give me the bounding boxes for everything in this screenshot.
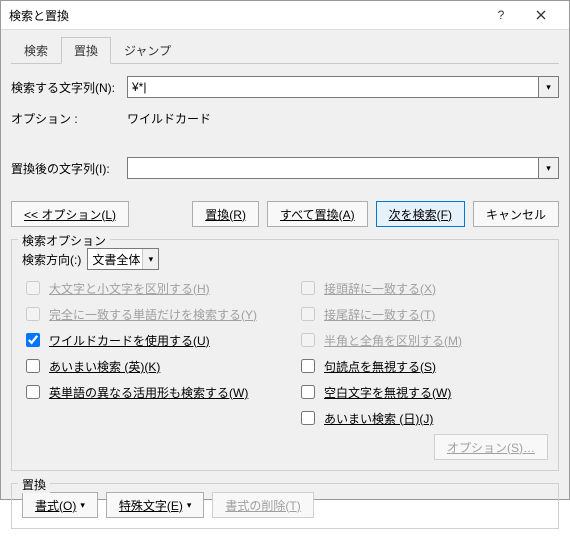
chevron-down-icon: ▾ <box>546 83 551 92</box>
chevron-down-icon: ▾ <box>80 501 85 510</box>
search-options-legend: 検索オプション <box>18 232 110 249</box>
find-replace-dialog: 検索と置換 ? 検索 置換 ジャンプ 検索する文字列(N): ▾ オプション :… <box>0 0 570 500</box>
options-label: オプション : <box>11 110 121 127</box>
jp-options-button: オプション(S)… <box>434 434 548 460</box>
replace-label: 置換後の文字列(I): <box>11 160 121 177</box>
cb-sounds-like-jp[interactable]: あいまい検索 (日)(J) <box>297 408 548 428</box>
find-input[interactable] <box>127 76 539 98</box>
replace-dropdown[interactable]: ▾ <box>539 157 559 179</box>
cb-ignore-punct[interactable]: 句読点を無視する(S) <box>297 356 548 376</box>
cb-match-case: 大文字と小文字を区別する(H) <box>22 278 273 298</box>
chevron-down-icon: ▾ <box>149 255 154 264</box>
dialog-title: 検索と置換 <box>9 7 481 24</box>
less-options-button[interactable]: << オプション(L) <box>11 201 129 227</box>
close-button[interactable] <box>521 1 561 29</box>
replace-group: 置換 書式(O)▾ 特殊文字(E)▾ 書式の削除(T) <box>11 483 559 529</box>
cb-whole-word: 完全に一致する単語だけを検索する(Y) <box>22 304 273 324</box>
find-label: 検索する文字列(N): <box>11 79 121 96</box>
cb-sounds-like-en[interactable]: あいまい検索 (英)(K) <box>22 356 273 376</box>
replace-input[interactable] <box>127 157 539 179</box>
cb-word-forms-en[interactable]: 英単語の異なる活用形も検索する(W) <box>22 382 273 402</box>
chevron-down-icon: ▾ <box>546 164 551 173</box>
cb-width: 半角と全角を区別する(M) <box>297 330 548 350</box>
tab-replace[interactable]: 置換 <box>61 37 111 64</box>
direction-value: 文書全体 <box>92 251 140 268</box>
find-next-button[interactable]: 次を検索(F) <box>376 201 465 227</box>
close-icon <box>536 10 546 20</box>
tab-strip: 検索 置換 ジャンプ <box>11 36 559 64</box>
tab-find[interactable]: 検索 <box>11 37 61 64</box>
direction-select[interactable]: 文書全体 ▾ <box>87 248 159 270</box>
find-combo: ▾ <box>127 76 559 98</box>
search-options-group: 検索オプション 検索方向(:) 文書全体 ▾ 大文字と小文字を区別する(H) 完… <box>11 239 559 471</box>
replace-all-button[interactable]: すべて置換(A) <box>267 201 368 227</box>
replace-combo: ▾ <box>127 157 559 179</box>
cancel-button[interactable]: キャンセル <box>473 201 559 227</box>
cb-prefix: 接頭辞に一致する(X) <box>297 278 548 298</box>
special-button[interactable]: 特殊文字(E)▾ <box>106 492 205 518</box>
chevron-down-icon: ▾ <box>187 501 192 510</box>
direction-label: 検索方向(:) <box>22 251 81 268</box>
find-dropdown[interactable]: ▾ <box>539 76 559 98</box>
cb-ignore-whitespace[interactable]: 空白文字を無視する(W) <box>297 382 548 402</box>
titlebar: 検索と置換 ? <box>1 1 569 30</box>
replace-button[interactable]: 置換(R) <box>192 201 259 227</box>
help-button[interactable]: ? <box>481 1 521 29</box>
cb-wildcards[interactable]: ワイルドカードを使用する(U) <box>22 330 273 350</box>
options-value: ワイルドカード <box>127 110 211 127</box>
tab-goto[interactable]: ジャンプ <box>111 37 184 64</box>
format-button[interactable]: 書式(O)▾ <box>22 492 98 518</box>
replace-legend: 置換 <box>18 476 50 493</box>
cb-suffix: 接尾辞に一致する(T) <box>297 304 548 324</box>
clear-formatting-button: 書式の削除(T) <box>212 492 313 518</box>
